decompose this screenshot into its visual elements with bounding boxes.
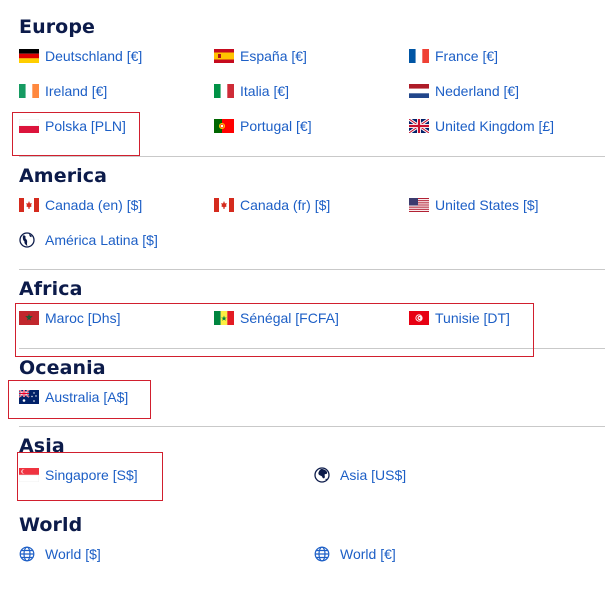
country-link-canada-fr[interactable]: Canada (fr) [$] xyxy=(214,196,330,214)
divider xyxy=(19,156,605,157)
flag-netherlands-icon xyxy=(409,84,429,98)
flag-united-kingdom-icon xyxy=(409,119,429,133)
highlight-box-polska xyxy=(12,112,140,156)
flag-united-states-icon xyxy=(409,198,429,212)
country-label: Asia [US$] xyxy=(340,467,407,483)
country-label: Nederland [€] xyxy=(435,83,520,99)
flag-spain-icon xyxy=(214,49,234,63)
country-label: Ireland [€] xyxy=(45,83,108,99)
flag-germany-icon xyxy=(19,49,39,63)
divider xyxy=(19,269,605,270)
region-title-oceania: Oceania xyxy=(19,357,106,379)
globe-americas-icon xyxy=(19,231,37,249)
flag-canada-icon xyxy=(214,198,234,212)
country-label: América Latina [$] xyxy=(45,232,158,248)
region-title-africa: Africa xyxy=(19,278,83,300)
country-label: España [€] xyxy=(240,48,307,64)
country-label: United Kingdom [£] xyxy=(435,118,555,134)
flag-france-icon xyxy=(409,49,429,63)
country-link-portugal[interactable]: Portugal [€] xyxy=(214,117,312,135)
country-link-ireland[interactable]: Ireland [€] xyxy=(19,82,107,100)
flag-canada-icon xyxy=(19,198,39,212)
country-link-america-latina[interactable]: América Latina [$] xyxy=(19,231,158,249)
country-link-france[interactable]: France [€] xyxy=(409,47,498,65)
country-link-united-kingdom[interactable]: United Kingdom [£] xyxy=(409,117,554,135)
country-label: World [€] xyxy=(340,546,396,562)
country-label: Portugal [€] xyxy=(240,118,312,134)
country-label: United States [$] xyxy=(435,197,539,213)
flag-portugal-icon xyxy=(214,119,234,133)
country-label: World [$] xyxy=(45,546,101,562)
country-label: Canada (fr) [$] xyxy=(240,197,331,213)
country-link-world-eur[interactable]: World [€] xyxy=(314,545,396,563)
region-title-america: America xyxy=(19,165,108,187)
region-title-europe: Europe xyxy=(19,16,96,38)
country-link-united-states[interactable]: United States [$] xyxy=(409,196,539,214)
region-title-world: World xyxy=(19,514,83,536)
country-link-asia[interactable]: Asia [US$] xyxy=(314,466,406,484)
country-link-espana[interactable]: España [€] xyxy=(214,47,307,65)
globe-asia-icon xyxy=(314,466,332,484)
country-link-canada-en[interactable]: Canada (en) [$] xyxy=(19,196,142,214)
highlight-box-singapore xyxy=(17,452,163,501)
country-link-world-usd[interactable]: World [$] xyxy=(19,545,101,563)
country-label: Canada (en) [$] xyxy=(45,197,143,213)
globe-icon xyxy=(314,545,332,563)
country-link-nederland[interactable]: Nederland [€] xyxy=(409,82,519,100)
highlight-box-australia xyxy=(8,380,151,419)
country-link-italia[interactable]: Italia [€] xyxy=(214,82,289,100)
country-label: Deutschland [€] xyxy=(45,48,143,64)
globe-icon xyxy=(19,545,37,563)
flag-ireland-icon xyxy=(19,84,39,98)
country-link-deutschland[interactable]: Deutschland [€] xyxy=(19,47,142,65)
country-label: Italia [€] xyxy=(240,83,290,99)
flag-italy-icon xyxy=(214,84,234,98)
country-label: France [€] xyxy=(435,48,499,64)
highlight-box-africa xyxy=(15,303,534,357)
divider xyxy=(19,426,605,427)
